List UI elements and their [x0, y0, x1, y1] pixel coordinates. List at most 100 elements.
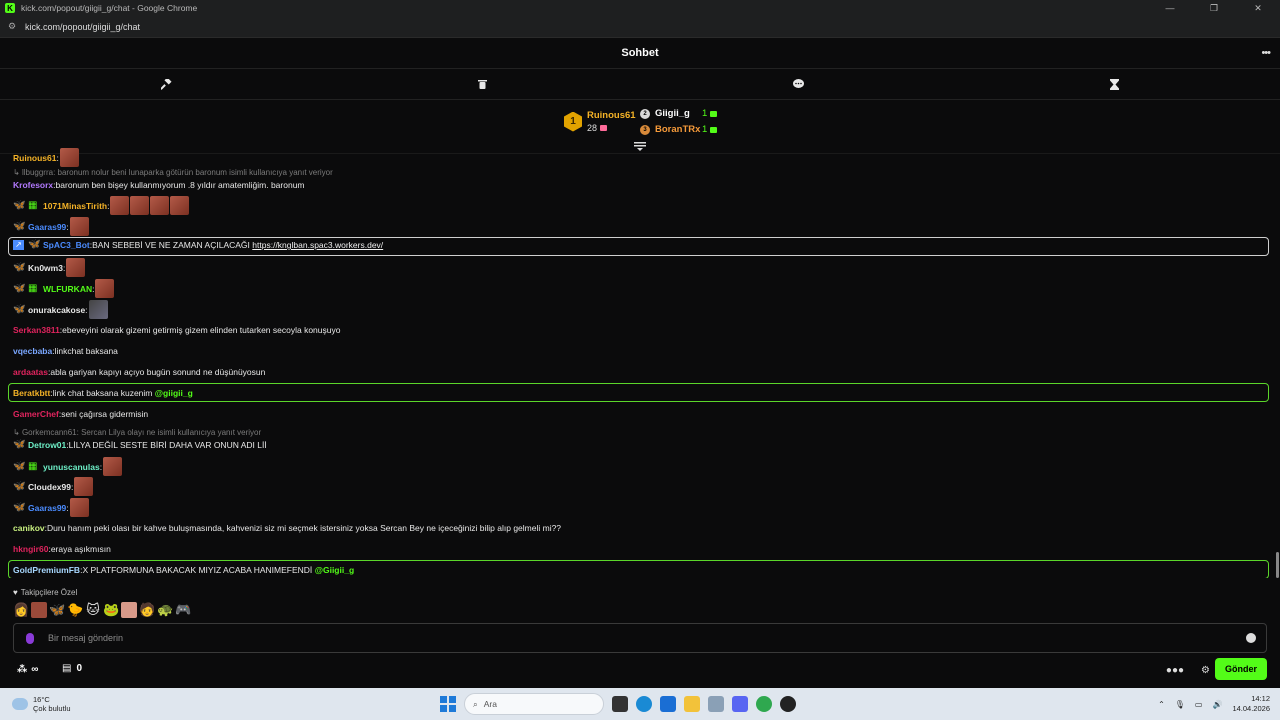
mention[interactable]: @Giigii_g	[315, 565, 354, 575]
bronze-badge-icon: 3	[640, 124, 650, 135]
chat-username[interactable]: vqecbaba	[13, 346, 52, 356]
chat-username[interactable]: SpAC3_Bot	[43, 240, 90, 250]
search-icon: ⌕	[473, 698, 478, 709]
network-icon[interactable]: ▭	[1195, 700, 1203, 709]
discord-icon[interactable]	[732, 696, 748, 712]
restore-icon[interactable]: ❐	[1192, 0, 1236, 16]
weather-temperature: 16°C	[33, 695, 50, 704]
emote-icon[interactable]: 🦋	[49, 602, 65, 618]
taskbar-search[interactable]: ⌕ Ara	[464, 693, 604, 715]
minimize-icon[interactable]: —	[1148, 0, 1192, 16]
chat-username[interactable]: ardaatas	[13, 367, 48, 377]
chat-username[interactable]: canikov	[13, 523, 45, 533]
microphone-icon[interactable]: 🎙	[1175, 700, 1185, 709]
emote-icon[interactable]	[110, 196, 130, 215]
emote-icon[interactable]: 🎮	[175, 602, 191, 618]
chat-username[interactable]: Cloudex99	[28, 482, 71, 492]
ban-hammer-icon[interactable]	[160, 78, 172, 90]
chat-username[interactable]: Ruinous61	[13, 153, 56, 163]
emote-icon[interactable]	[69, 217, 89, 236]
mod-toolbar	[0, 69, 1280, 100]
leaderboard-third[interactable]: 3 BoranTRx 1	[640, 124, 718, 135]
chat-message: ↗ 🦋 SpAC3_Bot: BAN SEBEBİ VE NE ZAMAN AÇ…	[13, 240, 383, 250]
emote-icon[interactable]	[88, 300, 108, 319]
mention[interactable]: @giigii_g	[155, 388, 193, 398]
tray-overflow-icon[interactable]: ⌃	[1158, 700, 1165, 709]
emote-icon[interactable]	[121, 602, 137, 618]
emote-icon[interactable]	[150, 196, 170, 215]
reply-context[interactable]: ↳ Gorkemcann61: Sercan Lilya olayı ne is…	[13, 428, 261, 437]
butterfly-badge-icon: 🦋	[13, 199, 26, 211]
close-icon[interactable]: ✕	[1236, 0, 1280, 16]
emote-icon[interactable]	[103, 457, 123, 476]
chat-messages[interactable]: Ruinous61: ↳ llbuggrra: baronum nolur be…	[0, 148, 1276, 578]
settings-gear-icon[interactable]: ⚙	[1201, 665, 1210, 676]
file-explorer-icon[interactable]	[684, 696, 700, 712]
emote-icon[interactable]: 🐸	[103, 602, 119, 618]
emoji-picker-icon[interactable]	[1246, 633, 1256, 643]
volume-icon[interactable]: 🔊	[1212, 700, 1222, 709]
chat-username[interactable]: WLFURKAN	[43, 284, 92, 294]
chat-username[interactable]: GamerChef	[13, 409, 59, 419]
message-link[interactable]: https://knglban.spac3.workers.dev/	[252, 240, 383, 250]
send-button[interactable]: Gönder	[1215, 658, 1267, 680]
emote-icon[interactable]	[66, 258, 86, 277]
steam-icon[interactable]	[780, 696, 796, 712]
chat-username[interactable]: yunuscanulas	[43, 462, 100, 472]
slow-mode-hourglass-icon[interactable]	[1108, 78, 1120, 90]
taskbar-clock[interactable]: 14:12 14.04.2026	[1232, 694, 1270, 714]
chat-scrollbar[interactable]	[1276, 552, 1279, 578]
emote-icon[interactable]: 🐱	[85, 602, 101, 618]
task-view-icon[interactable]	[612, 696, 628, 712]
window-title: kick.com/popout/giigii_g/chat - Google C…	[21, 3, 198, 13]
settings-app-icon[interactable]	[708, 696, 724, 712]
more-options-icon[interactable]: •••	[1261, 47, 1271, 59]
silver-badge-icon: 2	[640, 108, 650, 119]
message-input[interactable]	[48, 633, 1148, 643]
emote-icon[interactable]	[31, 602, 47, 618]
chat-username[interactable]: Krofesorx	[13, 180, 53, 190]
chat-username[interactable]: Gaaras99	[28, 222, 66, 232]
emote-icon[interactable]	[170, 196, 190, 215]
store-balance[interactable]: ▤ 0	[62, 663, 82, 674]
chat-bubble-icon[interactable]	[792, 78, 804, 90]
message-text: Duru hanım peki olası bir kahve buluşmas…	[47, 523, 562, 533]
chat-username[interactable]: Kn0wm3	[28, 263, 63, 273]
site-info-icon[interactable]: ⚙	[8, 21, 18, 32]
edge-icon[interactable]	[636, 696, 652, 712]
chat-username[interactable]: Serkan3811	[13, 325, 60, 335]
chat-username[interactable]: Beratkbtt	[13, 388, 50, 398]
emote-icon[interactable]	[59, 148, 79, 167]
leaderboard-first[interactable]: 1 Ruinous61 28	[564, 110, 636, 133]
followers-only-label: Takipçilere Özel	[20, 588, 78, 597]
store-app-icon[interactable]	[660, 696, 676, 712]
emote-icon[interactable]	[74, 477, 94, 496]
emote-icon[interactable]: 👩	[13, 602, 29, 618]
chat-username[interactable]: onurakcakose	[28, 305, 85, 315]
windows-start-icon[interactable]	[440, 696, 456, 712]
chat-username[interactable]: GoldPremiumFB	[13, 565, 80, 575]
emote-icon[interactable]	[95, 279, 115, 298]
emote-icon[interactable]: 🐤	[67, 602, 83, 618]
url-text[interactable]: kick.com/popout/giigii_g/chat	[25, 22, 140, 32]
chat-username[interactable]: 1071MinasTirith	[43, 201, 107, 211]
weather-widget[interactable]: 16°C Çok bulutlu	[12, 695, 71, 713]
chrome-icon[interactable]	[756, 696, 772, 712]
chat-username[interactable]: Detrow01	[28, 440, 66, 450]
chat-username[interactable]: hkngir60	[13, 544, 48, 554]
butterfly-badge-icon: 🦋	[13, 460, 26, 472]
emote-icon[interactable]	[69, 498, 89, 517]
leaderboard-second[interactable]: 2 Giigii_g 1	[640, 108, 718, 119]
emote-icon[interactable]	[130, 196, 150, 215]
trash-icon[interactable]	[476, 78, 488, 90]
channel-points[interactable]: ⁂ ∞	[17, 664, 38, 675]
chat-options-icon[interactable]: ●●●	[1166, 665, 1184, 676]
windows-taskbar: 16°C Çok bulutlu ⌕ Ara ⌃ 🎙 ▭ 🔊 14:12 14.…	[0, 688, 1280, 720]
emote-icon[interactable]: 🐢	[157, 602, 173, 618]
chat-username[interactable]: Gaaras99	[28, 503, 66, 513]
kick-favicon-icon: K	[5, 3, 15, 13]
reply-context[interactable]: ↳ llbuggrra: baronum nolur beni lunapark…	[13, 168, 333, 177]
emote-icon[interactable]: 🧑	[139, 602, 155, 618]
mic-icon[interactable]	[26, 632, 34, 644]
address-bar[interactable]: ⚙ kick.com/popout/giigii_g/chat	[0, 16, 1280, 38]
